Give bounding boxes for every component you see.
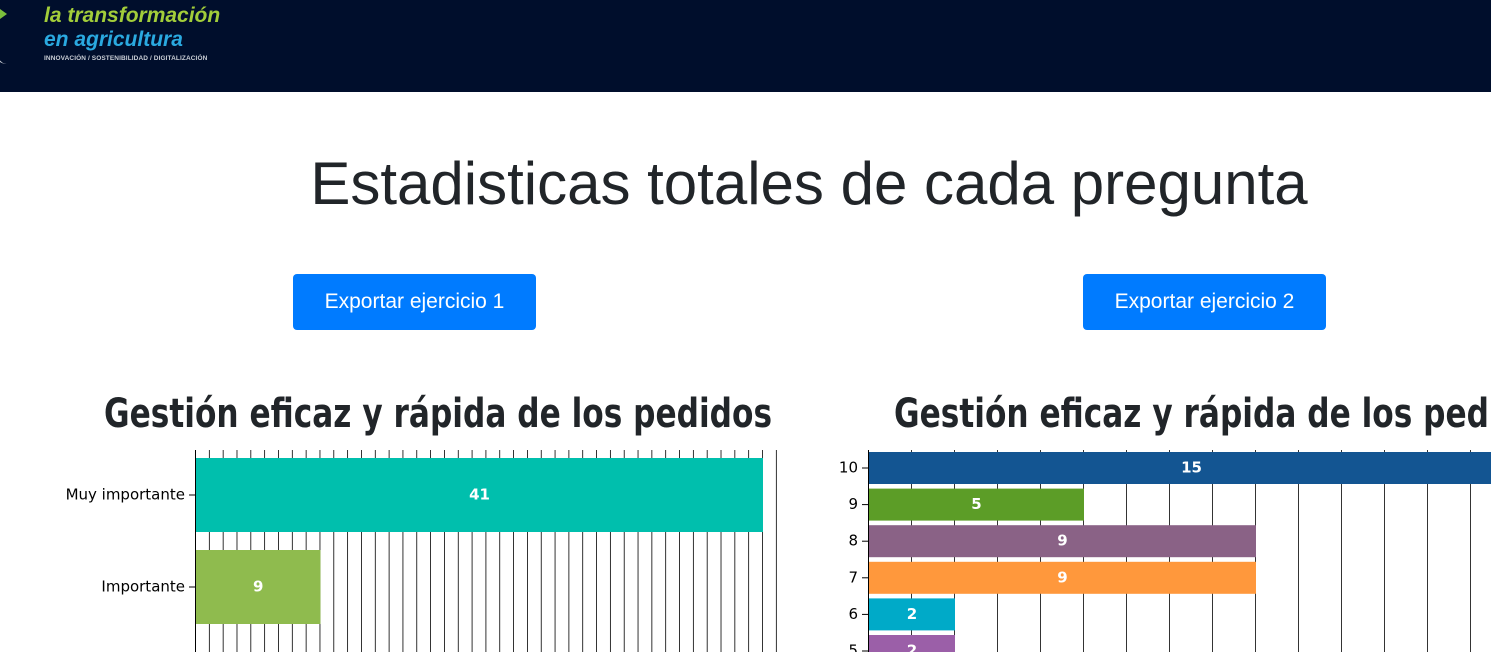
data-label: 5 — [971, 495, 981, 513]
page-title: Estadisticas totales de cada pregunta — [310, 150, 1308, 217]
logo[interactable]: la transformación en agricultura INNOVAC… — [0, 0, 260, 70]
y-tick-label: 7 — [848, 568, 858, 586]
logo-line2: en agricultura — [44, 28, 183, 51]
export-exercise-2-button[interactable]: Exportar ejercicio 2 — [1083, 274, 1326, 330]
y-tick-label: 5 — [848, 642, 858, 652]
data-label: 9 — [253, 578, 263, 596]
logo-line1: la transformación — [44, 4, 221, 27]
chart-1-title: Gestión eficaz y rápida de los pedidos — [104, 391, 773, 437]
logo-tagline: INNOVACIÓN / SOSTENIBILIDAD / DIGITALIZA… — [44, 55, 208, 62]
data-label: 2 — [907, 605, 917, 623]
data-label: 9 — [1057, 568, 1067, 586]
logo-arrow-icon — [0, 9, 7, 19]
data-label: 2 — [907, 642, 917, 652]
export-exercise-1-button[interactable]: Exportar ejercicio 1 — [293, 274, 536, 330]
bar — [869, 452, 1491, 484]
y-tick-label: Importante — [101, 578, 185, 596]
y-tick-label: 8 — [848, 532, 858, 550]
navbar: la transformación en agricultura INNOVAC… — [0, 0, 1491, 92]
chart-2: 10 15 9 5 8 9 7 9 6 2 5 2 — [839, 450, 1491, 652]
y-tick-label: Muy importante — [66, 486, 185, 504]
data-label: 15 — [1181, 459, 1202, 477]
y-tick-label: 9 — [848, 495, 858, 513]
y-tick-label: 6 — [848, 605, 858, 623]
chart-2-title: Gestión eficaz y rápida de los pedidos — [894, 391, 1491, 437]
y-tick-label: 10 — [839, 459, 858, 477]
chart-1: Muy importante 41 Importante 9 — [66, 450, 777, 652]
data-label: 9 — [1057, 532, 1067, 550]
data-label: 41 — [469, 486, 490, 504]
